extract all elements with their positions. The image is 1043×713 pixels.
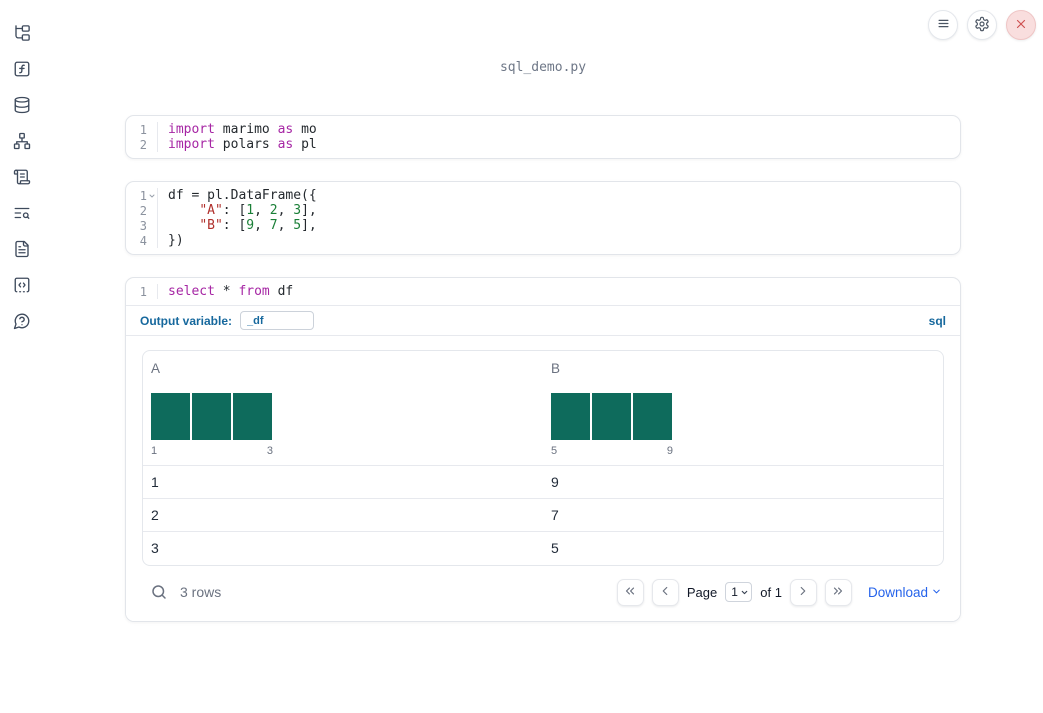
dependency-graph-icon[interactable] <box>13 132 31 150</box>
file-text-documentation-icon[interactable] <box>13 240 31 258</box>
chevron-left-icon <box>658 584 672 601</box>
code-snippets-icon[interactable] <box>13 276 31 294</box>
close-icon <box>1014 17 1028 34</box>
table-row[interactable]: 19 <box>143 465 943 499</box>
code-line[interactable]: 1 import marimo as mo <box>126 122 960 137</box>
sql-editor[interactable]: 1 select * from df <box>126 278 960 305</box>
code-line[interactable]: 3 "B": [9, 7, 5], <box>126 218 960 233</box>
line-number: 1 <box>126 122 158 137</box>
table-cell: 2 <box>143 498 543 532</box>
line-number: 2 <box>126 137 158 152</box>
histogram-bar[interactable] <box>151 393 190 440</box>
code-editor[interactable]: 1 df = pl.DataFrame({2 "A": [1, 2, 3], 3 "… <box>126 182 960 254</box>
download-label: Download <box>867 584 928 600</box>
output-variable-label: Output variable: <box>140 313 233 328</box>
download-button[interactable]: Download <box>868 585 942 600</box>
notebook: sql_demo.py 1 import marimo as mo 2 import … <box>125 0 961 622</box>
first-page-button[interactable] <box>616 578 644 606</box>
row-count: 3 rows <box>180 584 222 600</box>
cell-dataframe: 1 df = pl.DataFrame({2 "A": [1, 2, 3], 3 "… <box>125 181 961 255</box>
code-line[interactable]: 2 "A": [1, 2, 3], <box>126 203 960 218</box>
table-cell: 3 <box>143 531 543 565</box>
table-cell: 1 <box>143 465 543 499</box>
cell-imports: 1 import marimo as mo 2 import polars as pl <box>125 115 961 159</box>
column-label: A <box>151 361 161 376</box>
histogram-a[interactable] <box>151 393 273 440</box>
column-header-a[interactable]: A 13 <box>143 351 543 466</box>
code-editor[interactable]: 1 import marimo as mo 2 import polars as pl <box>126 116 960 158</box>
next-page-button[interactable] <box>789 578 817 606</box>
table-cell: 9 <box>543 465 943 499</box>
cell-sql: 1select * from df Output variable: sql A… <box>125 277 961 622</box>
line-number: 1 <box>126 284 158 299</box>
scroll-outline-icon[interactable] <box>13 168 31 186</box>
column-header-b[interactable]: B 59 <box>543 351 943 466</box>
pagination: Page 1 of 1 <box>616 578 852 606</box>
page-label: Page <box>686 584 718 600</box>
help-question-bubble-icon[interactable] <box>13 312 31 330</box>
sidebar <box>0 0 44 713</box>
language-badge-sql: sql <box>928 313 946 328</box>
chevron-down-icon <box>931 585 942 600</box>
table-footer: 3 rows Page 1 of 1 Download <box>142 566 944 611</box>
code-line[interactable]: 1 select * from df <box>126 284 960 299</box>
table-cell: 5 <box>543 531 943 565</box>
table-row[interactable]: 35 <box>143 531 943 565</box>
code-line[interactable]: 1 df = pl.DataFrame({ <box>126 188 960 203</box>
settings-button[interactable] <box>967 10 997 40</box>
code-line[interactable]: 2 import polars as pl <box>126 137 960 152</box>
line-number: 4 <box>126 233 158 248</box>
table-row[interactable]: 27 <box>143 498 943 532</box>
output-variable-input[interactable] <box>240 311 315 330</box>
line-number: 2 <box>126 203 158 218</box>
histogram-bar[interactable] <box>633 393 672 440</box>
histogram-b[interactable] <box>551 393 673 440</box>
table-cell: 7 <box>543 498 943 532</box>
chevrons-right-icon <box>831 584 845 601</box>
chevron-right-icon <box>796 584 810 601</box>
histogram-axis-labels: 13 <box>151 445 273 457</box>
last-page-button[interactable] <box>824 578 852 606</box>
histogram-bar[interactable] <box>233 393 272 440</box>
database-icon[interactable] <box>13 96 31 114</box>
histogram-bar[interactable] <box>551 393 590 440</box>
column-label: B <box>551 361 561 376</box>
shutdown-button[interactable] <box>1006 10 1036 40</box>
file-explorer-tree-icon[interactable] <box>13 24 31 42</box>
histogram-bar[interactable] <box>192 393 231 440</box>
text-search-logs-icon[interactable] <box>13 204 31 222</box>
chevrons-left-icon <box>623 584 637 601</box>
page-select[interactable]: 1 <box>725 582 753 602</box>
histogram-axis-labels: 59 <box>551 445 673 457</box>
prev-page-button[interactable] <box>651 578 679 606</box>
dataframe-table: A13B59 192735 <box>142 350 944 566</box>
notebook-filename: sql_demo.py <box>499 60 587 75</box>
code-line[interactable]: 4}) <box>126 233 960 248</box>
page-of-label: of 1 <box>760 584 782 600</box>
cell-output: A13B59 192735 3 rows Page 1 of 1 Downloa… <box>126 335 960 621</box>
marimo-app: sql_demo.py 1 import marimo as mo 2 import … <box>0 0 1043 713</box>
sql-cell-footer: Output variable: sql <box>126 305 960 335</box>
function-square-icon[interactable] <box>13 60 31 78</box>
search-icon[interactable] <box>150 583 168 601</box>
histogram-bar[interactable] <box>592 393 631 440</box>
fold-chevron-icon[interactable] <box>147 192 157 200</box>
line-number: 3 <box>126 218 158 233</box>
gear-icon <box>974 16 990 35</box>
table-header-row: A 13 B 59 <box>143 351 943 466</box>
line-number: 1 <box>126 188 158 203</box>
